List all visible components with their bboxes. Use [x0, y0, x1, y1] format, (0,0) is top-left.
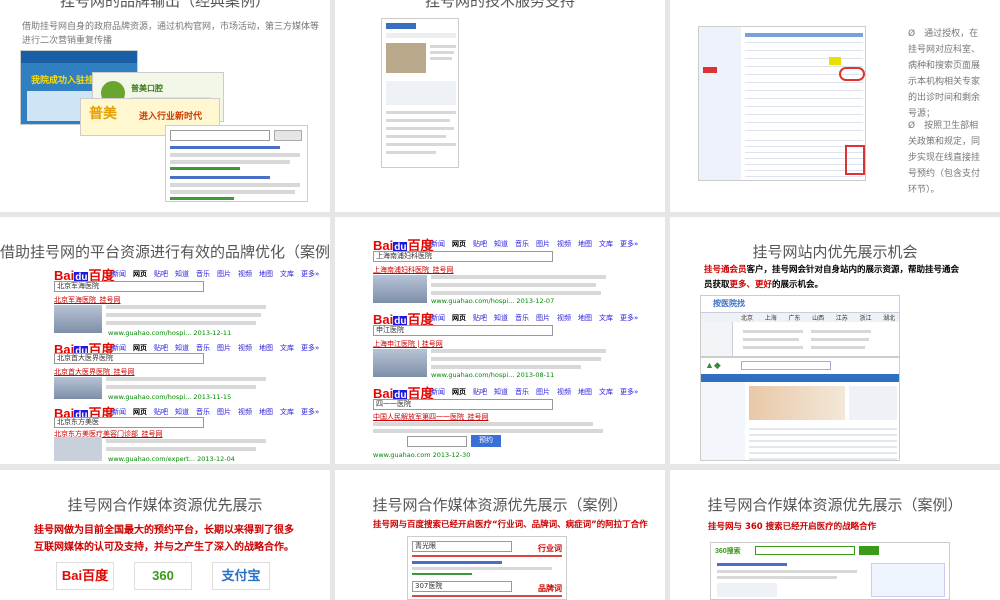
result-link[interactable]: 北京军海医院_挂号网 — [54, 295, 121, 305]
search-result-screenshot — [165, 125, 308, 202]
slide-grid: 挂号网的品牌输出（经典案例） 借助挂号网自身的政府品牌资源，通过机构官网，市场活… — [0, 0, 1000, 600]
panel-title: 挂号网的品牌输出（经典案例） — [59, 0, 270, 10]
result-url: www.guahao.com/hospi... 2013-11-15 — [108, 393, 232, 401]
panel-body-text: 借助挂号网自身的政府品牌资源，通过机构官网，市场活动，第三方媒体等进行二次营销重… — [22, 22, 320, 46]
result-url: www.guahao.com 2013-12-30 — [373, 451, 471, 459]
result-url: www.guahao.com/hospi... 2013-12-11 — [108, 329, 232, 337]
region-tabs[interactable]: 北京 上海 广东 山西 江苏 浙江 湖北 其他 — [741, 313, 899, 322]
bullet-online-booking: Ø 按照卫生部相关政策和规定，同步实现在线直接挂号预约（包含支付环节）。 — [908, 121, 981, 195]
search-box: 上海南浦妇科医院 — [373, 251, 553, 262]
panel-partner-media: 挂号网合作媒体资源优先展示 挂号网做为目前全国最大的预约平台，长期以来得到了很多… — [0, 470, 330, 600]
dental-brand: 普美口腔 — [131, 84, 163, 93]
panel-title: 挂号网合作媒体资源优先展示（案例） — [372, 496, 628, 514]
hospital-page-screenshot — [381, 18, 459, 168]
baidu-nav: 新闻 网页 贴吧 知道 音乐 图片 视频 地图 文库 更多» — [112, 270, 320, 278]
panel-description: 挂号通会员客户，挂号网会针对自身站内的展示资源，帮助挂号通会员获取更多、更好的展… — [704, 265, 960, 290]
panel-360-case: 挂号网合作媒体资源优先展示（案例） 挂号网与 360 搜索已经开启医疗的战略合作… — [670, 470, 1000, 600]
guahao-homepage-screenshot: ▲◆ — [700, 357, 900, 461]
bullet-authorization: Ø 通过授权，在挂号网对应科室、病种和搜索页面展示本机构相关专家的出诊时间和剩余… — [908, 29, 981, 119]
search-box: 北京军海医院 — [54, 281, 204, 292]
result-link[interactable]: 上海申江医院 | 挂号网 — [373, 339, 443, 349]
baidu-nav: 新闻 网页 贴吧 知道 音乐 图片 视频 地图 文库 更多» — [431, 388, 639, 396]
alipay-logo-tile: 支付宝 — [212, 562, 270, 590]
panel-title: 借助挂号网的平台资源进行有效的品牌优化（案例） — [0, 243, 330, 261]
result-thumbnail — [373, 349, 427, 377]
panel-brand-optimization: 借助挂号网的平台资源进行有效的品牌优化（案例） Baidu百度 新闻 网页 贴吧… — [0, 217, 330, 464]
panel-tech-support: 挂号网的技术服务支持 — [335, 0, 665, 212]
baidu-nav: 新闻 网页 贴吧 知道 音乐 图片 视频 地图 文库 更多» — [112, 408, 320, 416]
search-box: 北京东方美医 — [54, 417, 204, 428]
result-thumbnail — [54, 305, 102, 333]
result-thumbnail — [54, 377, 102, 399]
result-url: www.guahao.com/hospi... 2013-08-11 — [431, 371, 555, 379]
panel-description: 挂号网与 360 搜索已经开启医疗的战略合作 — [708, 522, 877, 532]
result-link[interactable]: 中国人民解放军第四一一医院_挂号网 — [373, 412, 489, 422]
panel-onsite-display: 挂号网站内优先展示机会 挂号通会员客户，挂号网会针对自身站内的展示资源，帮助挂号… — [670, 217, 1000, 464]
panel-title: 挂号网合作媒体资源优先展示 — [67, 496, 263, 514]
panel-title: 挂号网站内优先展示机会 — [752, 243, 918, 261]
baidu-nav: 新闻 网页 贴吧 知道 音乐 图片 视频 地图 文库 更多» — [431, 240, 639, 248]
section-title: 按医院找 — [713, 299, 745, 308]
doctor-photo — [54, 437, 102, 461]
panel-description: 挂号网与百度搜索已经开启医疗“行业词、品牌词、病症词”的阿拉丁合作 — [373, 520, 648, 530]
panel-schedule: Ø 通过授权，在挂号网对应科室、病种和搜索页面展示本机构相关专家的出诊时间和剩余… — [670, 0, 1000, 212]
promo-title: 普美 — [89, 105, 117, 121]
panel-title: 挂号网的技术服务支持 — [424, 0, 575, 10]
tag-industry: 行业词 — [538, 544, 562, 553]
baidu-aladdin-screenshot: 青光眼 行业词 307医院 品牌词 — [407, 536, 567, 600]
panel-baidu-case: 挂号网合作媒体资源优先展示（案例） 挂号网与百度搜索已经开启医疗“行业词、品牌词… — [335, 470, 665, 600]
result-link[interactable]: 北京首大医界医院_挂号网 — [54, 367, 135, 377]
baidu-nav: 新闻 网页 贴吧 知道 音乐 图片 视频 地图 文库 更多» — [112, 344, 320, 352]
tag-brand: 品牌词 — [538, 584, 562, 593]
hospital-browser-screenshot: 按医院找 北京 上海 广东 山西 江苏 浙江 湖北 其他 — [700, 295, 900, 357]
result-url: www.guahao.com/hospi... 2013-12-07 — [431, 297, 555, 305]
promo-text: 进入行业新时代 — [139, 111, 203, 121]
so360-screenshot: 360搜索 — [710, 542, 950, 600]
result-link[interactable]: 上海南浦妇科医院_挂号网 — [373, 265, 454, 275]
panel-title: 挂号网合作媒体资源优先展示（案例） — [707, 496, 963, 514]
search-box: 青光眼 — [412, 541, 512, 552]
logo-360-tile: 360 — [134, 562, 192, 590]
panel-brand-output: 挂号网的品牌输出（经典案例） 借助挂号网自身的政府品牌资源，通过机构官网，市场活… — [0, 0, 330, 212]
baidu-logo-tile: Bai百度 — [56, 562, 114, 590]
search-box: 北京首大医界医院 — [54, 353, 204, 364]
search-box — [170, 130, 270, 141]
search-box: 四一一医院 — [373, 399, 553, 410]
schedule-screenshot — [698, 26, 866, 181]
result-url: www.guahao.com/expert... 2013-12-04 — [108, 455, 235, 463]
panel-description: 挂号网做为目前全国最大的预约平台，长期以来得到了很多互联网媒体的认可及支持，并与… — [34, 525, 294, 553]
panel-search-cases: Baidu百度 新闻 网页 贴吧 知道 音乐 图片 视频 地图 文库 更多» 上… — [335, 217, 665, 464]
department-select[interactable] — [407, 436, 467, 447]
search-box: 307医院 — [412, 581, 512, 592]
result-thumbnail — [373, 275, 427, 303]
search-box: 申江医院 — [373, 325, 553, 336]
booking-button[interactable]: 预约 — [471, 435, 501, 447]
baidu-nav: 新闻 网页 贴吧 知道 音乐 图片 视频 地图 文库 更多» — [431, 314, 639, 322]
engine-logo: 360搜索 — [715, 548, 741, 555]
